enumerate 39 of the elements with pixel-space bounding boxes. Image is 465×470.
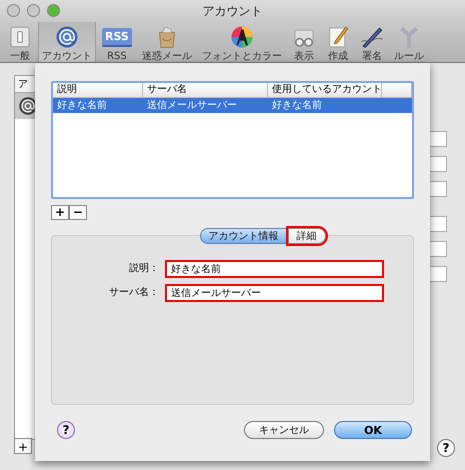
zoom-button[interactable]: [47, 4, 60, 17]
input-field[interactable]: 好きな名前: [165, 260, 384, 278]
table-cell-text: 好きな名前: [271, 99, 323, 113]
color-wheel-icon: [230, 25, 254, 49]
toolbar-item[interactable]: 作成: [322, 22, 354, 62]
toolbar-item[interactable]: フォントとカラー: [198, 22, 286, 62]
switch-icon: [8, 25, 32, 49]
toolbar-item[interactable]: 迷惑メール: [138, 22, 196, 62]
toolbar-item[interactable]: ルール: [390, 22, 428, 62]
toolbar-item[interactable]: 一般: [4, 22, 36, 62]
column-header[interactable]: 説明: [53, 83, 143, 97]
column-header[interactable]: サーバ名: [143, 83, 268, 97]
toolbar-item[interactable]: 表示: [288, 22, 320, 62]
table-cell-text: 好きな名前: [56, 99, 108, 113]
help-button[interactable]: ?: [437, 439, 455, 457]
close-button[interactable]: [7, 4, 20, 17]
field-label: サーバ名：: [108, 286, 159, 300]
toolbar-item[interactable]: 署名: [356, 22, 388, 62]
remove-button[interactable]: −: [69, 205, 87, 220]
column-header[interactable]: 使用しているアカウント: [268, 83, 382, 97]
pen-icon: [360, 25, 384, 49]
input-field[interactable]: 送信メールサーバー: [165, 284, 384, 302]
window-title: アカウント: [202, 2, 262, 20]
toolbar-item[interactable]: アカウント: [38, 22, 96, 62]
at-sign-icon: [18, 96, 38, 116]
tab[interactable]: 詳細: [288, 228, 326, 244]
help-button[interactable]: ?: [57, 421, 75, 439]
minimize-button[interactable]: [27, 4, 40, 17]
rss-icon: RSS: [102, 28, 132, 46]
add-button[interactable]: +: [51, 205, 69, 220]
table-row[interactable]: 好きな名前 送信メールサーバー 好きな名前: [53, 98, 412, 113]
field-label: 説明：: [128, 262, 159, 276]
cancel-button[interactable]: キャンセル: [244, 421, 324, 439]
ok-button[interactable]: OK: [334, 421, 412, 439]
add-button[interactable]: +: [14, 438, 32, 454]
toolbar-item[interactable]: RSS RSS: [98, 22, 136, 62]
tab[interactable]: アカウント情報: [200, 228, 288, 244]
table-cell-text: 送信メールサーバー: [146, 99, 238, 113]
at-sign-icon: [55, 25, 79, 49]
